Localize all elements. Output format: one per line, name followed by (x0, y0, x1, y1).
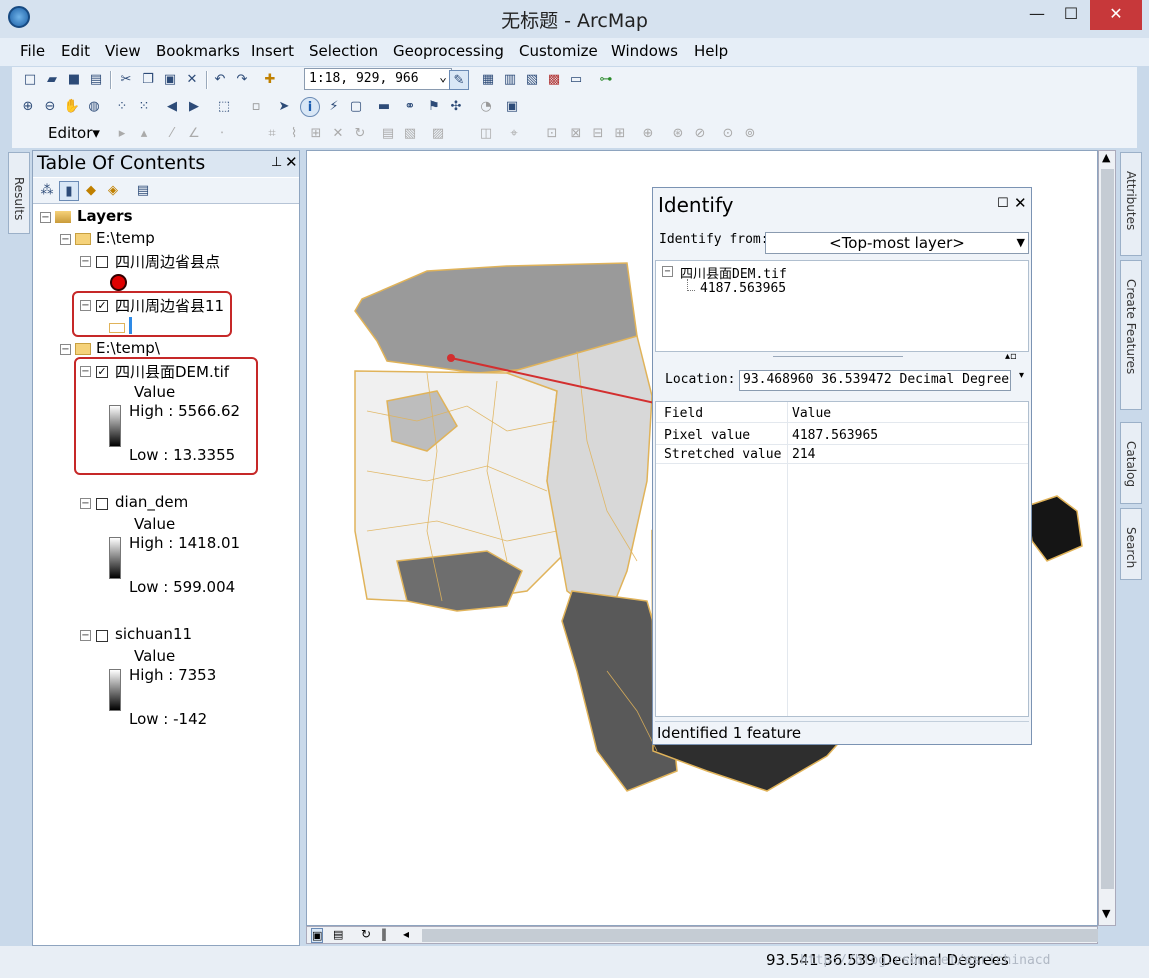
field-value: 214 (792, 447, 816, 462)
search-dock-tab[interactable]: Search (1120, 508, 1142, 580)
pause-drawing-icon[interactable]: ‖ (381, 927, 387, 941)
field-name: Stretched value (664, 447, 782, 462)
identify-window: Identify ☐ ✕ Identify from: <Top-most la… (652, 187, 1032, 745)
data-view-icon[interactable]: ▣ (311, 928, 324, 943)
collapse-icon[interactable]: − (662, 266, 673, 277)
map-vertical-scrollbar[interactable]: ▲ ▼ (1098, 150, 1116, 926)
table-row[interactable]: Stretched value 214 (656, 445, 1028, 464)
watermark: http://blog.csdn.net/esrichinacd (800, 953, 1051, 968)
layout-view-icon[interactable]: ▤ (333, 928, 343, 941)
identify-title: Identify (658, 193, 734, 217)
field-value: 4187.563965 (792, 428, 879, 443)
horizontal-scroll-thumb[interactable] (422, 929, 1098, 942)
catalog-dock-tab[interactable]: Catalog (1120, 422, 1142, 504)
field-name: Pixel value (664, 428, 751, 443)
scroll-left-icon[interactable]: ◂ (403, 927, 409, 941)
identify-attribute-grid: Field Value Pixel value 4187.563965 Stre… (655, 401, 1029, 717)
identify-status-text: Identified 1 feature (657, 724, 802, 742)
location-value-field[interactable]: 93.468960 36.539472 Decimal Degrees (739, 370, 1011, 391)
map-horizontal-scrollbar[interactable]: ▣ ▤ ↻ ‖ ◂ (306, 926, 1098, 944)
right-dock: Attributes Create Features Catalog Searc… (1120, 150, 1142, 610)
attributes-tab-label: Attributes (1124, 171, 1138, 231)
identify-location-row: Location: 93.468960 36.539472 Decimal De… (655, 366, 1029, 396)
identify-results-tree: − 四川县面DEM.tif 4187.563965 (655, 260, 1029, 352)
table-row[interactable]: Pixel value 4187.563965 (656, 426, 1028, 445)
attributes-dock-tab[interactable]: Attributes (1120, 152, 1142, 256)
grid-header-value: Value (792, 406, 832, 421)
scroll-down-icon[interactable]: ▼ (1102, 907, 1110, 920)
refresh-icon[interactable]: ↻ (361, 927, 371, 941)
identify-layer-option: <Top-most layer> (829, 234, 965, 252)
vertical-scroll-thumb[interactable] (1101, 169, 1114, 889)
grid-header-field: Field (664, 406, 704, 421)
catalog-tab-label: Catalog (1124, 441, 1138, 488)
identify-layer-combo[interactable]: <Top-most layer> ▼ (765, 232, 1029, 254)
splitter-handle[interactable] (773, 356, 903, 358)
identify-from-label: Identify from: (659, 232, 769, 247)
create-features-tab-label: Create Features (1124, 279, 1138, 375)
identify-tree-layer[interactable]: 四川县面DEM.tif (680, 263, 787, 282)
grid-header-row: Field Value (656, 404, 1028, 423)
scroll-up-icon[interactable]: ▲ (1102, 151, 1110, 164)
tree-connector (687, 279, 695, 291)
search-tab-label: Search (1124, 527, 1138, 569)
identify-tree-value[interactable]: 4187.563965 (700, 281, 786, 296)
location-label: Location: (665, 372, 736, 387)
identify-close-icon[interactable]: ✕ (1014, 194, 1027, 212)
sort-icon[interactable]: ▴▫ (1005, 351, 1017, 362)
location-options-icon[interactable]: ▾ (1019, 370, 1024, 381)
grid-column-divider (787, 402, 788, 716)
identify-status-bar: Identified 1 feature (655, 721, 1029, 743)
create-features-dock-tab[interactable]: Create Features (1120, 260, 1142, 410)
chevron-down-icon: ▼ (1016, 236, 1025, 249)
status-bar: 93.541 36.539 Decimal Degrees http://blo… (0, 946, 1149, 978)
identify-maximize-icon[interactable]: ☐ (997, 196, 1009, 211)
